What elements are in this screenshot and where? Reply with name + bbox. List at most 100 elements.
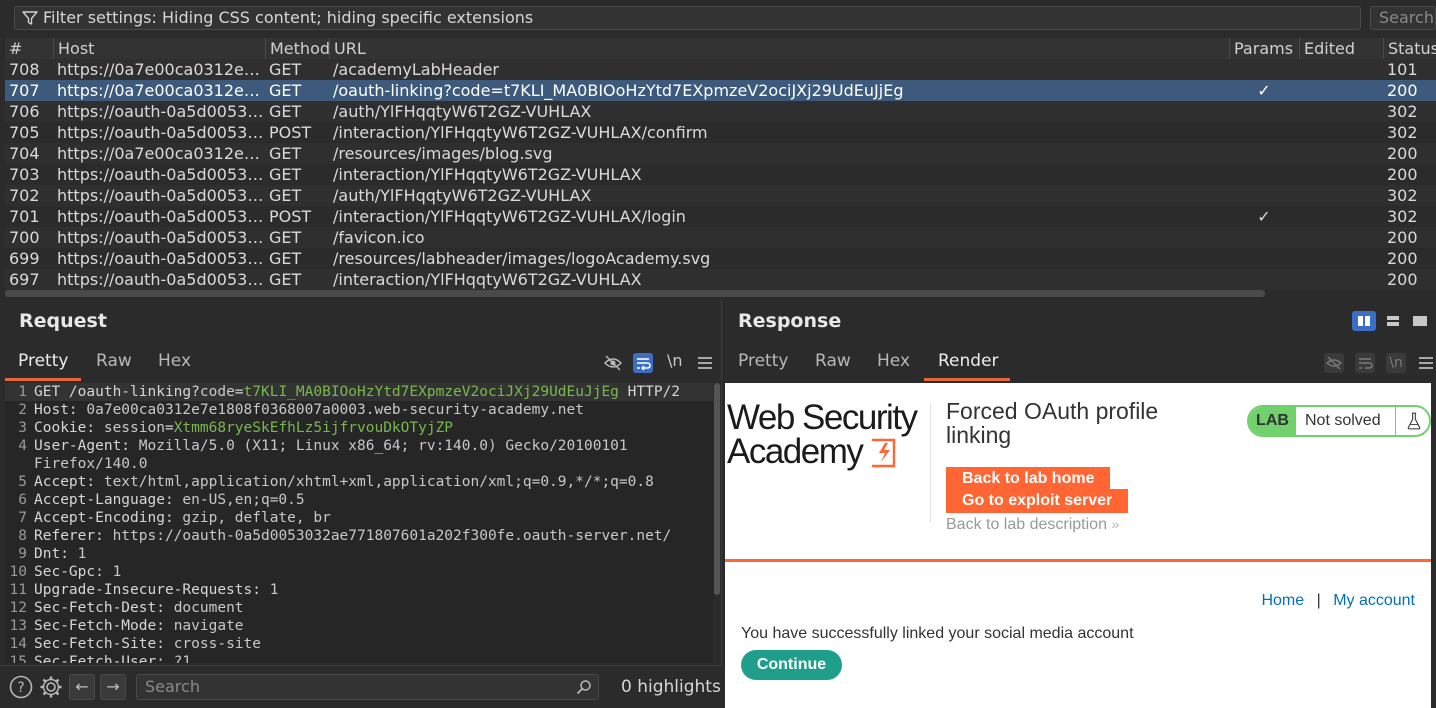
word-wrap-icon[interactable] <box>1355 353 1375 373</box>
burp-window: Filter settings: Hiding CSS content; hid… <box>0 0 1436 708</box>
menu-icon[interactable] <box>695 353 715 373</box>
table-row[interactable]: 706 https://oauth-0a5d0053… GET/auth/YlFHq… <box>5 101 1436 122</box>
column-header-edited[interactable]: Edited <box>1299 38 1383 61</box>
search-icon <box>576 680 591 695</box>
table-row[interactable]: 700 https://oauth-0a5d0053… GET/favicon.ic… <box>5 227 1436 248</box>
back-to-lab-home-button[interactable]: Back to lab home <box>946 467 1110 491</box>
code-token: 1 <box>112 564 122 580</box>
row-edited <box>1299 227 1383 248</box>
row-url: /interaction/YlFHqqtyW6T2GZ-VUHLAX/login <box>333 207 686 226</box>
continue-button[interactable]: Continue <box>741 650 842 680</box>
table-row[interactable]: 707 https://0a7e00ca0312e… GET/oauth-linki… <box>5 80 1436 101</box>
table-row[interactable]: 703 https://oauth-0a5d0053… GET/interactio… <box>5 164 1436 185</box>
hide-non-printable-icon[interactable] <box>1324 353 1344 373</box>
menu-icon[interactable] <box>1416 353 1436 373</box>
row-params <box>1229 164 1299 185</box>
request-line: Firefox/140.0 <box>5 455 713 473</box>
my-account-link[interactable]: My account <box>1333 592 1415 609</box>
logo-line-1: Web Security <box>727 398 918 437</box>
table-row[interactable]: 699 https://oauth-0a5d0053… GET/resources/… <box>5 248 1436 269</box>
code-token: document <box>173 600 244 616</box>
hide-non-printable-icon[interactable] <box>603 353 623 373</box>
back-to-lab-description-link[interactable]: Back to lab description » <box>946 516 1119 534</box>
table-row[interactable]: 702 https://oauth-0a5d0053… GET/auth/YlFHq… <box>5 185 1436 206</box>
go-to-exploit-server-button[interactable]: Go to exploit server <box>946 489 1128 513</box>
code-token: Xtmm68ryeSkEfhLz5ijfrvouDkOTyjZP <box>173 420 454 436</box>
row-number: 704 <box>9 144 40 163</box>
gear-icon[interactable] <box>39 675 63 699</box>
row-status: 200 <box>1387 249 1418 268</box>
help-icon[interactable]: ? <box>9 675 33 699</box>
table-row[interactable]: 697 https://oauth-0a5d0053… GET/interactio… <box>5 269 1436 290</box>
row-method: GET <box>269 81 302 100</box>
row-method: GET <box>269 60 302 79</box>
request-line: 13 Sec-Fetch-Mode: navigate <box>5 617 713 635</box>
row-method: GET <box>269 144 302 163</box>
line-content: User-Agent: Mozilla/5.0 (X11; Linux x86_… <box>34 437 628 455</box>
request-title: Request <box>19 310 107 332</box>
column-header-status[interactable]: Status <box>1383 38 1436 61</box>
code-token: https://oauth-0a5d0053032ae771807601a202… <box>112 528 672 544</box>
row-number: 705 <box>9 123 40 142</box>
request-tab-hex[interactable]: Hex <box>158 342 191 380</box>
filter-settings-bar[interactable]: Filter settings: Hiding CSS content; hid… <box>14 6 1361 30</box>
line-number: 3 <box>18 420 27 436</box>
success-message: You have successfully linked your social… <box>741 625 1134 642</box>
row-number: 699 <box>9 249 40 268</box>
table-row[interactable]: 705 https://oauth-0a5d0053… POST/interacti… <box>5 122 1436 143</box>
column-header-number[interactable]: # <box>5 38 53 61</box>
response-tab-hex[interactable]: Hex <box>877 342 910 380</box>
row-host: https://oauth-0a5d0053… <box>57 249 264 268</box>
row-host: https://oauth-0a5d0053… <box>57 165 264 184</box>
request-search-input[interactable]: Search <box>136 674 599 700</box>
row-edited <box>1299 101 1383 122</box>
request-editor[interactable]: 1 GET /oauth-linking?code=t7KLI_MA0BIOoHz… <box>5 383 713 663</box>
layout-side-by-side-icon[interactable] <box>1352 311 1376 331</box>
row-status: 101 <box>1387 60 1418 79</box>
code-token: Host: <box>34 402 87 418</box>
column-header-url[interactable]: URL <box>329 38 1229 61</box>
row-url: /academyLabHeader <box>333 60 499 79</box>
request-line: 2 Host: 0a7e00ca0312e7e1808f0368007a0003.… <box>5 401 713 419</box>
table-row[interactable]: 701 https://oauth-0a5d0053… POST/interacti… <box>5 206 1436 227</box>
request-tab-pretty[interactable]: Pretty <box>18 342 68 380</box>
row-edited <box>1299 80 1383 101</box>
layout-single-icon[interactable] <box>1410 311 1430 331</box>
column-header-host[interactable]: Host <box>53 38 265 61</box>
line-content: Sec-Fetch-Site: cross-site <box>34 635 261 653</box>
search-next-button[interactable]: → <box>100 674 126 700</box>
request-line: 14 Sec-Fetch-Site: cross-site <box>5 635 713 653</box>
table-row[interactable]: 708 https://0a7e00ca0312e… GET/academyLabH… <box>5 59 1436 80</box>
header-divider <box>930 403 931 523</box>
layout-stacked-icon[interactable] <box>1383 311 1403 331</box>
home-link[interactable]: Home <box>1261 592 1304 609</box>
response-tab-raw[interactable]: Raw <box>815 342 851 380</box>
code-token: Upgrade-Insecure-Requests: <box>34 582 270 598</box>
response-tab-pretty[interactable]: Pretty <box>738 342 788 380</box>
line-number: 8 <box>18 528 27 544</box>
line-content: Sec-Gpc: 1 <box>34 563 121 581</box>
row-url: /interaction/YlFHqqtyW6T2GZ-VUHLAX <box>333 165 642 184</box>
table-row[interactable]: 704 https://0a7e00ca0312e… GET/resources/i… <box>5 143 1436 164</box>
row-host: https://oauth-0a5d0053… <box>57 270 264 289</box>
request-vertical-scrollbar[interactable] <box>714 383 720 595</box>
search-previous-button[interactable]: ← <box>69 674 95 700</box>
word-wrap-icon[interactable] <box>633 353 653 373</box>
row-number: 703 <box>9 165 40 184</box>
column-header-params[interactable]: Params <box>1229 38 1299 61</box>
lab-title: Forced OAuth profile linking <box>946 398 1159 448</box>
line-content: Sec-Fetch-Dest: document <box>34 599 244 617</box>
show-newlines-toggle[interactable]: \n <box>1386 353 1406 373</box>
history-search-input[interactable]: Search <box>1370 6 1436 30</box>
request-line: 3 Cookie: session=Xtmm68ryeSkEfhLz5ijfrvo… <box>5 419 713 437</box>
header-separator <box>725 559 1431 562</box>
column-header-method[interactable]: Method <box>265 38 329 61</box>
show-newlines-toggle[interactable]: \n <box>667 351 687 371</box>
row-number: 700 <box>9 228 40 247</box>
row-params: ✓ <box>1257 81 1271 100</box>
line-content: Firefox/140.0 <box>34 455 148 473</box>
table-horizontal-scrollbar[interactable] <box>5 290 1265 297</box>
http-history-table: # Host Method URL Params Edited Status 7… <box>5 38 1436 292</box>
response-tab-render[interactable]: Render <box>938 342 999 380</box>
request-tab-raw[interactable]: Raw <box>96 342 132 380</box>
